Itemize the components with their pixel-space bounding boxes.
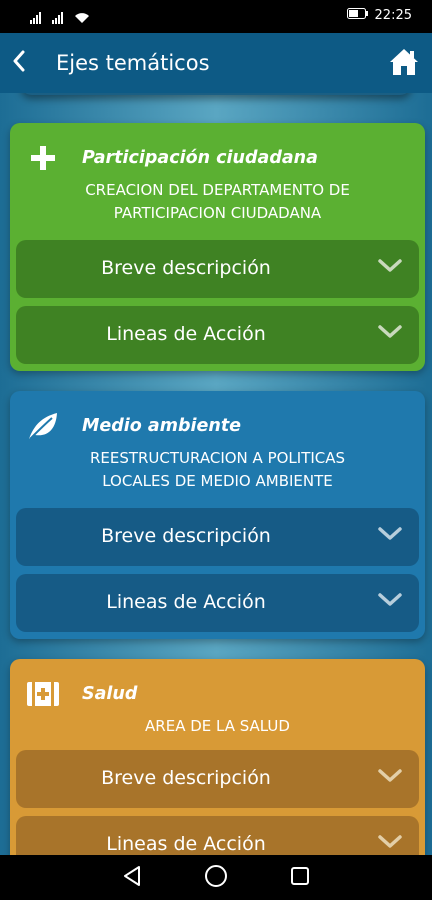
- content-area[interactable]: Participación ciudadana CREACION DEL DEP…: [0, 93, 432, 855]
- accordion-label: Breve descripción: [101, 525, 271, 547]
- card-header: Salud: [26, 679, 137, 709]
- breve-descripcion-accordion[interactable]: Breve descripción: [16, 240, 419, 298]
- accordion-label: Lineas de Acción: [106, 591, 266, 613]
- chevron-down-icon: [377, 834, 403, 854]
- back-triangle-icon: [122, 865, 142, 891]
- lineas-accion-accordion[interactable]: Lineas de Acción: [16, 816, 419, 855]
- nav-home-button[interactable]: [202, 864, 230, 892]
- home-icon: [388, 49, 420, 81]
- lineas-accion-accordion[interactable]: Lineas de Acción: [16, 306, 419, 364]
- chevron-down-icon: [377, 768, 403, 788]
- chevron-down-icon: [377, 258, 403, 278]
- chevron-left-icon: [12, 50, 26, 76]
- breve-descripcion-accordion[interactable]: Breve descripción: [16, 750, 419, 808]
- accordion-label: Lineas de Acción: [106, 833, 266, 855]
- breve-descripcion-accordion[interactable]: Breve descripción: [16, 508, 419, 566]
- status-time: 22:25: [374, 8, 412, 23]
- page-title: Ejes temáticos: [56, 51, 210, 75]
- card-description: REESTRUCTURACION A POLITICAS LOCALES DE …: [10, 447, 425, 493]
- lineas-accion-accordion[interactable]: Lineas de Acción: [16, 574, 419, 632]
- chevron-down-icon: [377, 324, 403, 344]
- leaf-icon: [26, 411, 60, 441]
- card-title: Medio ambiente: [82, 416, 242, 436]
- chevron-down-icon: [377, 526, 403, 546]
- wifi-icon: [74, 9, 90, 28]
- signal-icon: [30, 9, 44, 28]
- accordion-label: Lineas de Acción: [106, 323, 266, 345]
- system-nav-bar: [0, 855, 432, 900]
- recents-square-icon: [290, 866, 310, 890]
- card-description-line: AREA DE LA SALUD: [145, 717, 290, 735]
- card-header: Medio ambiente: [26, 411, 241, 441]
- home-button[interactable]: [388, 47, 420, 79]
- card-description-line: PARTICIPACION CIUDADANA: [113, 204, 322, 222]
- plus-icon: [26, 143, 60, 173]
- card-description-line: CREACION DEL DEPARTAMENTO DE: [85, 181, 350, 199]
- app-bar: Ejes temáticos: [0, 33, 432, 93]
- chevron-down-icon: [377, 592, 403, 612]
- nav-back-button[interactable]: [118, 864, 146, 892]
- card-title: Participación ciudadana: [82, 148, 318, 168]
- card-header: Participación ciudadana: [26, 143, 318, 173]
- battery-icon: [346, 8, 369, 23]
- topic-card-participacion: Participación ciudadana CREACION DEL DEP…: [10, 123, 425, 371]
- topic-card-salud: Salud AREA DE LA SALUD Breve descripción…: [10, 659, 425, 855]
- topic-card-medio-ambiente: Medio ambiente REESTRUCTURACION A POLITI…: [10, 391, 425, 639]
- status-bar: 22:25: [0, 0, 432, 33]
- accordion-label: Breve descripción: [101, 257, 271, 279]
- status-icons-right: 22:25: [346, 8, 412, 23]
- card-title: Salud: [82, 684, 138, 704]
- card-description: CREACION DEL DEPARTAMENTO DE PARTICIPACI…: [10, 179, 425, 225]
- medical-kit-icon: [26, 679, 60, 709]
- signal-icon: [52, 9, 66, 28]
- card-description: AREA DE LA SALUD: [10, 715, 425, 738]
- home-circle-icon: [204, 864, 228, 892]
- back-button[interactable]: [0, 33, 38, 93]
- card-description-line: REESTRUCTURACION A POLITICAS: [89, 449, 346, 467]
- status-icons-left: [30, 9, 90, 28]
- nav-recents-button[interactable]: [286, 864, 314, 892]
- previous-card-edge: [20, 93, 412, 95]
- accordion-label: Breve descripción: [101, 767, 271, 789]
- card-description-line: LOCALES DE MEDIO AMBIENTE: [102, 472, 333, 490]
